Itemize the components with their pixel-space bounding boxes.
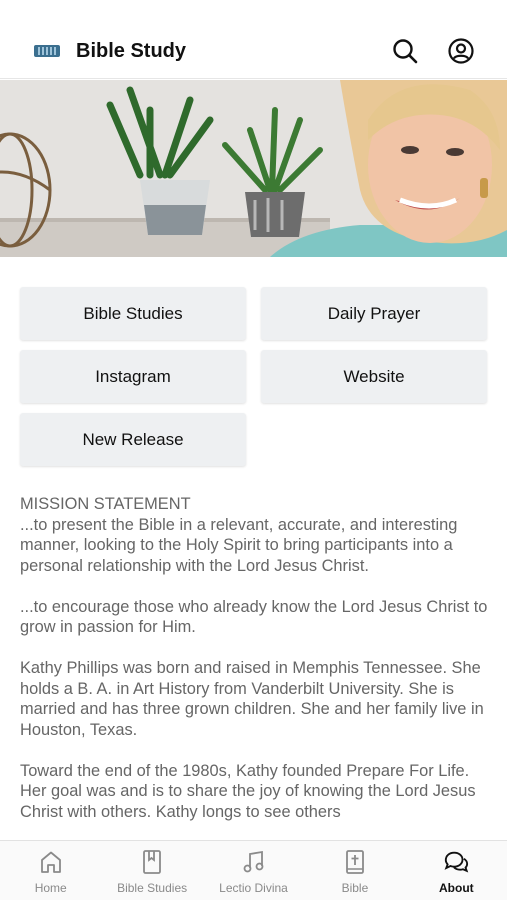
daily-prayer-button[interactable]: Daily Prayer xyxy=(261,287,487,340)
tab-bible[interactable]: Bible xyxy=(304,841,405,900)
mission-paragraph-2: ...to encourage those who already know t… xyxy=(20,597,488,637)
tab-label: Home xyxy=(34,881,67,895)
status-bar xyxy=(0,0,507,24)
music-note-icon xyxy=(241,849,267,875)
bottom-tab-bar: Home Bible Studies Lectio Divina Bible A… xyxy=(0,840,507,900)
instagram-button[interactable]: Instagram xyxy=(20,350,246,403)
new-release-button[interactable]: New Release xyxy=(20,413,246,466)
app-logo-icon xyxy=(34,45,60,57)
tab-label: Bible xyxy=(341,881,369,895)
about-content: MISSION STATEMENT ...to present the Bibl… xyxy=(20,494,488,840)
bio-paragraph-2: Toward the end of the 1980s, Kathy found… xyxy=(20,761,476,821)
tab-lectio-divina[interactable]: Lectio Divina xyxy=(203,841,304,900)
tab-label: About xyxy=(439,881,474,895)
page-title: Bible Study xyxy=(76,39,187,62)
bio-paragraph-1: Kathy Phillips was born and raised in Me… xyxy=(20,659,484,739)
bookmark-book-icon xyxy=(139,849,165,875)
bible-cross-icon xyxy=(342,849,368,875)
link-buttons-grid: Bible Studies Daily Prayer Instagram Web… xyxy=(20,287,487,466)
chat-bubbles-icon xyxy=(443,849,469,875)
tab-label: Lectio Divina xyxy=(219,881,288,895)
app-header: Bible Study xyxy=(0,24,507,79)
tab-bible-studies[interactable]: Bible Studies xyxy=(101,841,202,900)
website-button[interactable]: Website xyxy=(261,350,487,403)
mission-heading: MISSION STATEMENT xyxy=(20,495,191,513)
header-actions xyxy=(391,37,475,65)
tab-home[interactable]: Home xyxy=(0,841,101,900)
tab-label: Bible Studies xyxy=(117,881,188,895)
mission-paragraph-1: ...to present the Bible in a relevant, a… xyxy=(20,515,458,575)
hero-photo xyxy=(0,80,507,257)
home-icon xyxy=(38,849,64,875)
search-icon[interactable] xyxy=(391,37,419,65)
account-circle-icon[interactable] xyxy=(447,37,475,65)
bible-studies-button[interactable]: Bible Studies xyxy=(20,287,246,340)
tab-about[interactable]: About xyxy=(406,841,507,900)
